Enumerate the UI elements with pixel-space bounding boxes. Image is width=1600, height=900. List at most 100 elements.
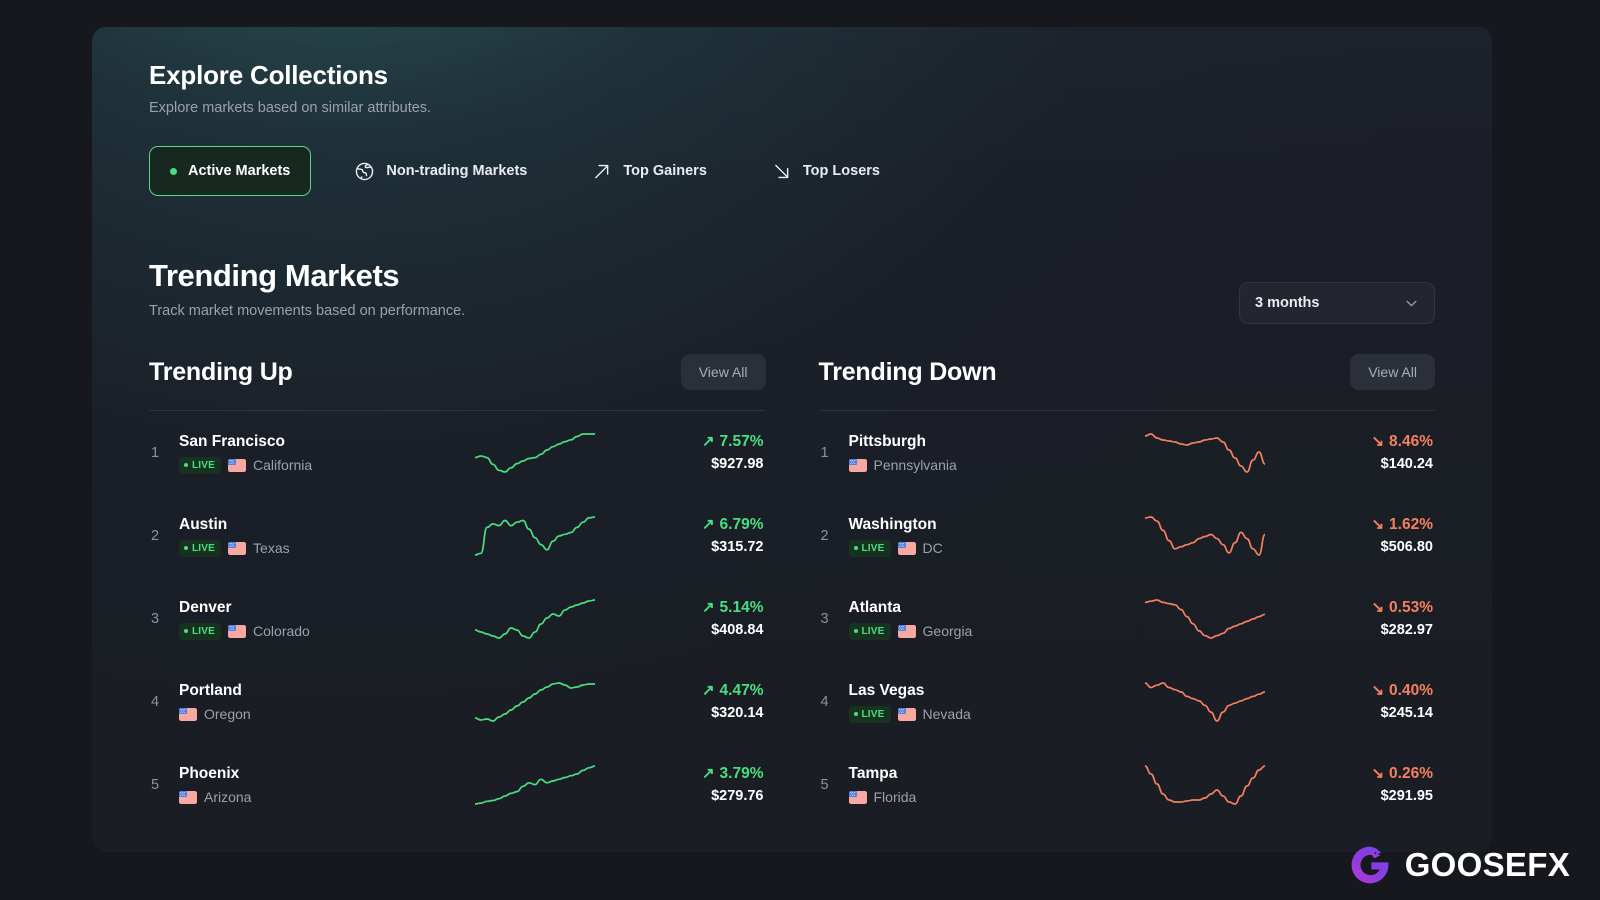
sparkline-chart: [475, 432, 595, 473]
live-badge: LIVE: [179, 456, 222, 474]
row-market-name: Atlanta: [848, 598, 902, 616]
row-change-percent: ↗ 6.79%: [619, 515, 764, 535]
table-row[interactable]: 1 San Francisco LIVE California ↗ 7.57% …: [149, 411, 766, 494]
trending-up-view-all-button[interactable]: View All: [680, 354, 766, 390]
trending-down-list: 1 Pittsburgh Pennsylvania ↘ 8.46% $140.2…: [819, 411, 1436, 826]
trending-up-header: Trending Up View All: [149, 345, 766, 399]
us-flag-icon: [848, 458, 867, 472]
row-price: $279.76: [711, 787, 764, 804]
row-rank: 2: [820, 527, 829, 544]
row-sparkline: [451, 598, 619, 640]
live-dot-icon: [184, 463, 188, 467]
row-market-name: Pittsburgh: [848, 433, 927, 450]
tab-top-gainers[interactable]: Top Gainers: [570, 146, 728, 196]
row-values: ↗ 5.14% $408.84: [619, 598, 766, 640]
row-rank: 3: [820, 610, 829, 627]
arrow-down-right-icon: ↘: [1371, 598, 1385, 616]
row-state-label: Florida: [873, 789, 917, 805]
row-market-submeta: Pennsylvania: [848, 457, 1121, 473]
row-state-label: California: [253, 457, 313, 473]
globe-icon: [356, 162, 374, 180]
row-state-label: Nevada: [922, 706, 971, 722]
row-market-submeta: LIVE Nevada: [848, 705, 1121, 723]
row-change-percent: ↗ 7.57%: [619, 432, 764, 452]
trending-down-view-all-button[interactable]: View All: [1350, 354, 1435, 390]
row-sparkline: [451, 515, 619, 557]
row-market-name: Portland: [179, 682, 242, 699]
row-market-meta: Atlanta LIVE Georgia: [848, 598, 1121, 640]
us-flag-icon: [897, 707, 916, 721]
trending-up-list: 1 San Francisco LIVE California ↗ 7.57% …: [149, 411, 766, 826]
row-state-label: Pennsylvania: [873, 457, 957, 473]
row-rank: 5: [151, 776, 160, 793]
live-dot-icon: [853, 629, 858, 633]
us-flag-icon: [228, 541, 247, 555]
row-state-label: Oregon: [204, 706, 251, 722]
row-sparkline: [451, 764, 619, 806]
trending-down-title: Trending Down: [818, 357, 997, 386]
row-values: ↗ 3.79% $279.76: [619, 764, 766, 806]
arrow-up-right-icon: ↗: [701, 764, 715, 782]
sparkline-chart: [1144, 764, 1265, 805]
row-market-meta: Phoenix Arizona: [179, 764, 451, 805]
row-state-label: Texas: [253, 540, 290, 556]
row-market-name: San Francisco: [179, 432, 285, 450]
row-market-name: Washington: [848, 515, 937, 533]
us-flag-icon: [228, 624, 247, 638]
tab-top-losers[interactable]: Top Losers: [750, 146, 901, 196]
page-title: Explore Collections: [149, 60, 388, 90]
live-dot-icon: [184, 546, 188, 550]
row-price: $408.84: [711, 621, 764, 638]
table-row[interactable]: 2 Austin LIVE Texas ↗ 6.79% $315.72: [149, 494, 766, 577]
row-values: ↗ 6.79% $315.72: [619, 515, 766, 557]
tab-active-markets-label: Active Markets: [188, 163, 291, 179]
goosefx-g-icon: [1351, 846, 1389, 884]
row-market-meta: San Francisco LIVE California: [179, 432, 451, 474]
row-change-percent: ↘ 1.62%: [1289, 515, 1433, 535]
live-dot-icon: [184, 629, 188, 633]
us-flag-icon: [897, 541, 916, 555]
table-row[interactable]: 4 Portland Oregon ↗ 4.47% $320.14: [149, 660, 766, 743]
row-market-meta: Washington LIVE DC: [848, 515, 1121, 557]
row-price: $291.95: [1380, 787, 1433, 804]
sparkline-chart: [475, 598, 595, 639]
arrow-up-right-icon: ↗: [701, 515, 715, 533]
tab-active-markets[interactable]: Active Markets: [149, 146, 312, 196]
row-change-value: 1.62%: [1389, 515, 1433, 533]
row-state-label: Arizona: [204, 789, 252, 805]
arrow-down-right-icon: ↘: [1371, 515, 1385, 533]
row-state-label: DC: [922, 540, 943, 556]
live-badge-label: LIVE: [861, 708, 885, 720]
row-market-submeta: LIVE California: [179, 456, 451, 474]
arrow-down-right-icon: [775, 164, 789, 178]
row-price: $927.98: [711, 455, 764, 472]
table-row[interactable]: 5 Phoenix Arizona ↗ 3.79% $279.76: [149, 743, 766, 826]
tab-spacer: [728, 171, 750, 172]
sparkline-chart: [475, 515, 595, 556]
row-market-submeta: Oregon: [179, 706, 451, 722]
table-row[interactable]: 4 Las Vegas LIVE Nevada ↘ 0.40% $245.14: [819, 660, 1436, 743]
tab-non-trading-markets[interactable]: Non-trading Markets: [333, 146, 548, 196]
row-change-percent: ↗ 5.14%: [619, 598, 764, 618]
arrow-up-right-icon: ↗: [701, 432, 715, 450]
green-dot-icon: [170, 167, 177, 175]
page-subtitle: Explore markets based on similar attribu…: [149, 100, 432, 116]
live-badge: LIVE: [179, 622, 222, 640]
row-rank: 4: [820, 693, 829, 710]
table-row[interactable]: 3 Atlanta LIVE Georgia ↘ 0.53% $282.97: [819, 577, 1436, 660]
row-price: $245.14: [1380, 704, 1433, 721]
table-row[interactable]: 5 Tampa Florida ↘ 0.26% $291.95: [819, 743, 1436, 826]
table-row[interactable]: 2 Washington LIVE DC ↘ 1.62% $506.80: [819, 494, 1436, 577]
table-row[interactable]: 3 Denver LIVE Colorado ↗ 5.14% $408.84: [149, 577, 766, 660]
sparkline-chart: [1144, 681, 1265, 722]
table-row[interactable]: 1 Pittsburgh Pennsylvania ↘ 8.46% $140.2…: [819, 411, 1436, 494]
live-badge: LIVE: [848, 622, 891, 640]
time-range-select[interactable]: 3 months: [1239, 282, 1435, 324]
arrow-up-right-icon: ↗: [701, 598, 715, 616]
live-badge-label: LIVE: [192, 542, 216, 554]
row-market-name: Las Vegas: [848, 681, 925, 699]
row-change-percent: ↘ 0.26%: [1289, 764, 1433, 784]
row-change-value: 4.47%: [719, 681, 764, 699]
row-state-label: Georgia: [922, 623, 973, 639]
row-price: $506.80: [1380, 538, 1433, 555]
